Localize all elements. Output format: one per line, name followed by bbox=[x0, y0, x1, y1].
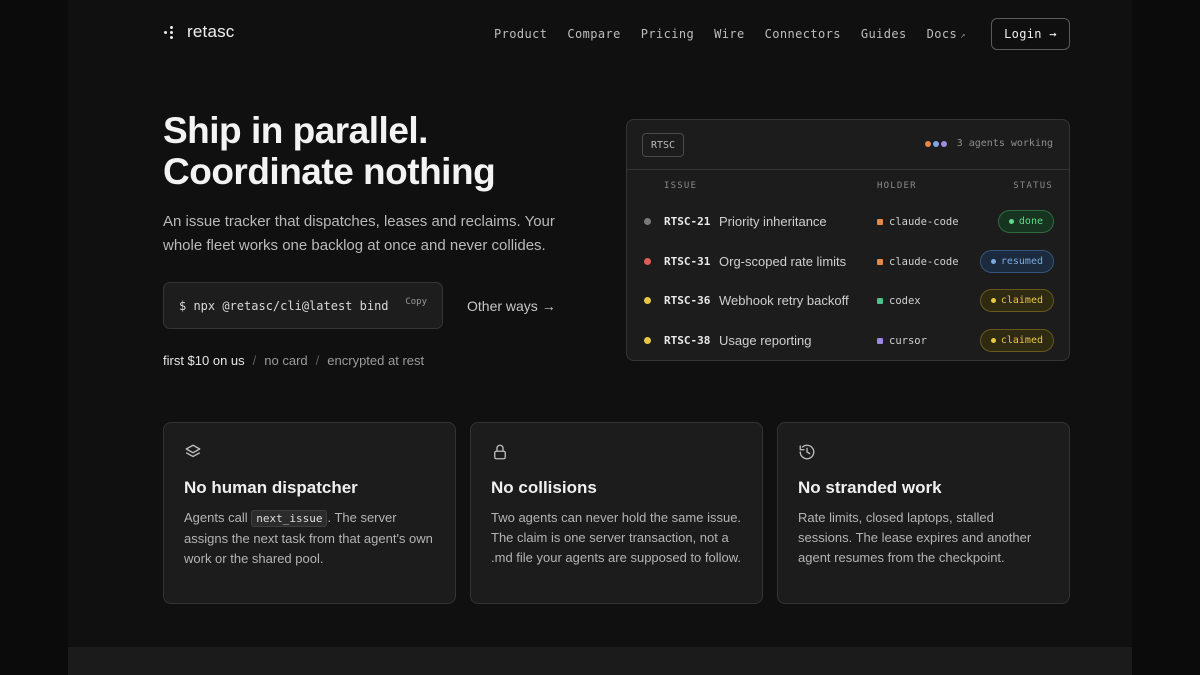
feature-card-collisions: No collisions Two agents can never hold … bbox=[470, 422, 763, 604]
issue-id: RTSC-21 bbox=[664, 215, 711, 228]
nav-link-pricing[interactable]: Pricing bbox=[641, 27, 694, 41]
perk-first: first $10 on us bbox=[163, 353, 245, 368]
perk-separator: / bbox=[252, 353, 257, 368]
copy-button[interactable]: Copy bbox=[405, 297, 427, 307]
status-badge: claimed bbox=[979, 328, 1054, 352]
nav-link-docs[interactable]: Docs ↗ bbox=[927, 27, 966, 41]
issue-panel: RTSC 3 agents working ISSUE HOLDER STATU… bbox=[626, 119, 1070, 361]
status-dot bbox=[990, 298, 996, 303]
login-button[interactable]: Login → bbox=[991, 18, 1070, 50]
issue-state-dot bbox=[644, 297, 651, 304]
issue-title: Usage reporting bbox=[719, 332, 812, 348]
hero-title-line-1: Ship in parallel. bbox=[163, 110, 428, 151]
column-header-issue: ISSUE bbox=[664, 181, 698, 191]
issue-state-dot bbox=[644, 218, 651, 225]
other-ways-link[interactable]: Other ways → bbox=[467, 298, 556, 314]
agents-working-text: 3 agents working bbox=[956, 138, 1053, 149]
holder-color-swatch bbox=[877, 258, 883, 265]
status-badge: done bbox=[997, 210, 1054, 233]
nav-link-guides[interactable]: Guides bbox=[861, 27, 907, 41]
feature-body: Two agents can never hold the same issue… bbox=[491, 510, 742, 565]
status-dot bbox=[990, 258, 996, 264]
brand-name: retasc bbox=[187, 22, 235, 41]
status-badge: claimed bbox=[979, 289, 1054, 312]
feature-title: No human dispatcher bbox=[184, 478, 358, 497]
status-dot bbox=[990, 337, 996, 343]
history-icon bbox=[799, 444, 815, 460]
nav-link-product[interactable]: Product bbox=[494, 27, 547, 41]
status-badge: resumed bbox=[979, 249, 1054, 273]
issue-id: RTSC-38 bbox=[664, 333, 711, 347]
feature-body-pre: Agents call bbox=[184, 510, 248, 525]
issue-state-dot bbox=[644, 257, 651, 265]
issue-row[interactable]: RTSC-36 Webhook retry backoff codex clai… bbox=[627, 281, 1069, 321]
feature-body: Agents call next_issue. The server assig… bbox=[184, 508, 435, 569]
top-nav: retasc Product Compare Pricing Wire Conn… bbox=[163, 18, 1070, 50]
feature-card-stranded-work: No stranded work Rate limits, closed lap… bbox=[777, 422, 1070, 604]
install-command-box: $ npx @retasc/cli@latest bind Copy bbox=[163, 282, 443, 329]
issue-rows: RTSC-21 Priority inheritance claude-code… bbox=[627, 202, 1069, 360]
status-label: claimed bbox=[1000, 334, 1043, 346]
agent-dot bbox=[932, 140, 939, 147]
status-label: resumed bbox=[1000, 255, 1043, 267]
issue-id: RTSC-36 bbox=[664, 294, 711, 307]
holder-name: codex bbox=[889, 295, 921, 307]
install-command: $ npx @retasc/cli@latest bind bbox=[179, 298, 389, 313]
layers-icon bbox=[185, 444, 201, 458]
agent-dot bbox=[940, 140, 947, 147]
hero-title: Ship in parallel. Coordinate nothing bbox=[163, 110, 583, 192]
panel-header: RTSC 3 agents working bbox=[627, 120, 1069, 170]
project-tag: RTSC bbox=[642, 133, 685, 157]
holder-color-swatch bbox=[877, 298, 883, 304]
logo-mark-icon bbox=[163, 24, 179, 40]
holder-name: claude-code bbox=[889, 216, 959, 228]
feature-body: Rate limits, closed laptops, stalled ses… bbox=[798, 510, 1032, 565]
issue-title: Webhook retry backoff bbox=[719, 293, 849, 308]
status-label: done bbox=[1018, 216, 1043, 227]
feature-title: No collisions bbox=[491, 478, 597, 497]
perk-separator: / bbox=[315, 353, 320, 368]
logo[interactable]: retasc bbox=[163, 22, 235, 42]
issue-row[interactable]: RTSC-38 Usage reporting cursor claimed bbox=[627, 321, 1069, 361]
feature-title: No stranded work bbox=[798, 478, 942, 497]
external-link-icon: ↗ bbox=[960, 31, 966, 41]
feature-card-dispatcher: No human dispatcher Agents call next_iss… bbox=[163, 422, 456, 604]
agents-status: 3 agents working bbox=[924, 138, 1053, 149]
status-dot bbox=[1008, 219, 1014, 224]
hero-subtitle: An issue tracker that dispatches, leases… bbox=[163, 213, 555, 254]
column-header-status: STATUS bbox=[1013, 181, 1053, 191]
issue-holder: claude-code bbox=[877, 216, 959, 228]
issue-holder: codex bbox=[877, 295, 921, 307]
nav-link-wire[interactable]: Wire bbox=[714, 27, 745, 41]
issue-row[interactable]: RTSC-31 Org-scoped rate limits claude-co… bbox=[627, 242, 1069, 282]
holder-name: claude-code bbox=[889, 255, 959, 268]
footer-band bbox=[68, 647, 1132, 675]
lock-icon bbox=[494, 444, 506, 460]
issue-title: Priority inheritance bbox=[719, 214, 827, 229]
issue-title: Org-scoped rate limits bbox=[719, 253, 847, 269]
status-label: claimed bbox=[1000, 295, 1043, 306]
issue-holder: claude-code bbox=[877, 256, 959, 268]
nav-link-compare[interactable]: Compare bbox=[567, 27, 620, 41]
perk-third: encrypted at rest bbox=[327, 353, 425, 368]
agent-dot bbox=[924, 140, 931, 147]
issue-row[interactable]: RTSC-21 Priority inheritance claude-code… bbox=[627, 202, 1069, 242]
column-header-holder: HOLDER bbox=[877, 181, 917, 191]
code-chip: next_issue bbox=[251, 510, 328, 527]
perks-line: first $10 on us / no card / encrypted at… bbox=[163, 353, 424, 368]
nav-link-docs-label: Docs bbox=[926, 27, 958, 41]
column-headers: ISSUE HOLDER STATUS bbox=[627, 170, 1069, 202]
holder-name: cursor bbox=[889, 334, 927, 347]
issue-state-dot bbox=[644, 336, 651, 344]
issue-holder: cursor bbox=[877, 335, 927, 347]
nav-link-connectors[interactable]: Connectors bbox=[765, 27, 841, 41]
issue-id: RTSC-31 bbox=[664, 254, 711, 268]
nav-links: Product Compare Pricing Wire Connectors … bbox=[494, 27, 966, 41]
hero-title-line-2: Coordinate nothing bbox=[163, 151, 496, 192]
holder-color-swatch bbox=[877, 219, 883, 225]
holder-color-swatch bbox=[877, 337, 883, 344]
perk-second: no card bbox=[264, 353, 308, 368]
